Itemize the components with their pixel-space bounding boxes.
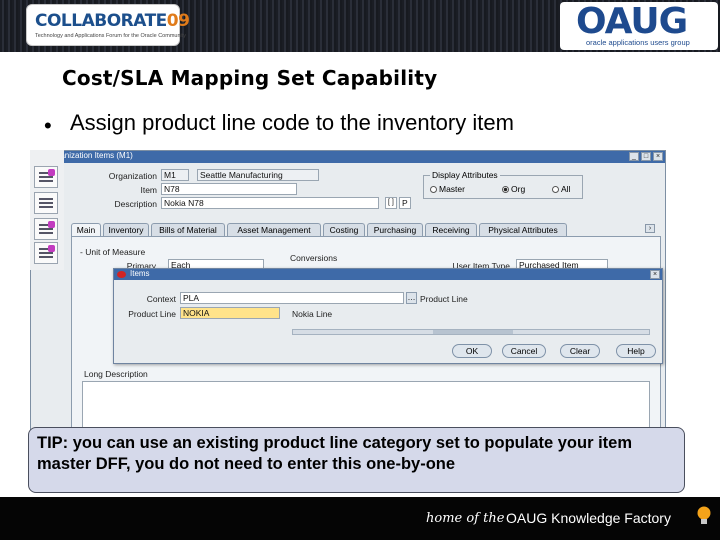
tab-costing[interactable]: Costing bbox=[323, 223, 365, 236]
context-field[interactable]: PLA bbox=[180, 292, 404, 304]
product-line-label: Product Line bbox=[128, 309, 176, 319]
radio-master[interactable]: Master bbox=[430, 184, 465, 194]
item-label: Item bbox=[140, 185, 157, 195]
tab-asset-management[interactable]: Asset Management bbox=[227, 223, 321, 236]
conversions-label: Conversions bbox=[290, 253, 338, 263]
organization-label: Organization bbox=[108, 171, 157, 181]
maximize-icon[interactable]: □ bbox=[641, 152, 651, 161]
list-icon[interactable] bbox=[34, 192, 58, 214]
tab-inventory[interactable]: Inventory bbox=[103, 223, 149, 236]
slide-footer: home of the OAUG Knowledge Factory bbox=[0, 497, 720, 540]
popup-title: Items bbox=[130, 269, 150, 278]
tab-receiving[interactable]: Receiving bbox=[425, 223, 477, 236]
description-label: Description bbox=[114, 199, 157, 209]
organization-name-field[interactable]: Seattle Manufacturing bbox=[197, 169, 319, 181]
collaborate-logo: COLLABORATE09 Technology and Application… bbox=[26, 4, 190, 46]
unit-of-measure-label: - Unit of Measure bbox=[80, 247, 146, 257]
slide-header: COLLABORATE09 Technology and Application… bbox=[0, 0, 720, 52]
bullet-icon: • bbox=[44, 113, 52, 138]
folder-icon[interactable] bbox=[34, 166, 58, 188]
radio-org[interactable]: Org bbox=[502, 184, 525, 194]
collaborate-logo-year: 09 bbox=[166, 11, 190, 31]
popup-close-icon[interactable]: × bbox=[650, 270, 660, 279]
description-field[interactable]: Nokia N78 bbox=[161, 197, 379, 209]
help-button[interactable]: Help bbox=[616, 344, 656, 358]
bullet-text: Assign product line code to the inventor… bbox=[70, 110, 514, 135]
tools-icon[interactable] bbox=[34, 242, 58, 264]
tab-purchasing[interactable]: Purchasing bbox=[367, 223, 423, 236]
tip-text: TIP: you can use an existing product lin… bbox=[37, 434, 633, 473]
oaug-logo: OAUG oracle applications users group bbox=[560, 1, 718, 50]
window-title-bar[interactable]: Organization Items (M1) _ □ × bbox=[31, 151, 665, 163]
dfp-button[interactable]: P bbox=[399, 197, 411, 209]
display-attributes-group: Display Attributes Master Org All bbox=[423, 170, 583, 199]
tab-scroll-right-icon[interactable]: › bbox=[645, 224, 655, 233]
oaug-logo-text: OAUG bbox=[576, 1, 688, 42]
lightbulb-icon bbox=[697, 506, 711, 524]
oaug-logo-subtitle: oracle applications users group bbox=[586, 38, 690, 47]
product-line-description: Nokia Line bbox=[292, 309, 333, 319]
tip-callout: TIP: you can use an existing product lin… bbox=[28, 427, 685, 493]
context-lov-button[interactable]: … bbox=[406, 292, 417, 304]
organization-code-field[interactable]: M1 bbox=[161, 169, 189, 181]
context-description: Product Line bbox=[420, 294, 468, 304]
collaborate-tagline: Technology and Applications Forum for th… bbox=[35, 33, 187, 39]
footer-home-text: home of the bbox=[426, 511, 505, 526]
collaborate-logo-text: COLLABORATE bbox=[35, 11, 167, 31]
tab-main[interactable]: Main bbox=[71, 223, 101, 236]
scrollbar-thumb[interactable] bbox=[433, 330, 513, 334]
context-label: Context bbox=[146, 294, 176, 304]
long-description-label: Long Description bbox=[84, 369, 148, 379]
items-flexfield-popup: Items × Context PLA … Product Line Produ… bbox=[113, 268, 663, 364]
popup-horizontal-scrollbar[interactable] bbox=[292, 329, 650, 335]
oracle-icon bbox=[117, 271, 126, 278]
slide-title: Cost/SLA Mapping Set Capability bbox=[62, 66, 438, 90]
close-icon[interactable]: × bbox=[653, 152, 663, 161]
footer-brand-text: OAUG Knowledge Factory bbox=[506, 510, 671, 526]
minimize-icon[interactable]: _ bbox=[629, 152, 639, 161]
radio-all[interactable]: All bbox=[552, 184, 570, 194]
tab-physical-attributes[interactable]: Physical Attributes bbox=[479, 223, 567, 236]
item-field[interactable]: N78 bbox=[161, 183, 297, 195]
ok-button[interactable]: OK bbox=[452, 344, 492, 358]
clear-button[interactable]: Clear bbox=[560, 344, 600, 358]
popup-title-bar[interactable]: Items × bbox=[114, 269, 662, 280]
tab-bills-of-material[interactable]: Bills of Material bbox=[151, 223, 225, 236]
dff-button[interactable]: [ ] bbox=[385, 197, 397, 209]
display-attributes-label: Display Attributes bbox=[430, 170, 500, 180]
attachment-icon[interactable] bbox=[34, 218, 58, 240]
left-toolbar bbox=[30, 150, 64, 270]
product-line-field[interactable]: NOKIA bbox=[180, 307, 280, 319]
cancel-button[interactable]: Cancel bbox=[502, 344, 546, 358]
